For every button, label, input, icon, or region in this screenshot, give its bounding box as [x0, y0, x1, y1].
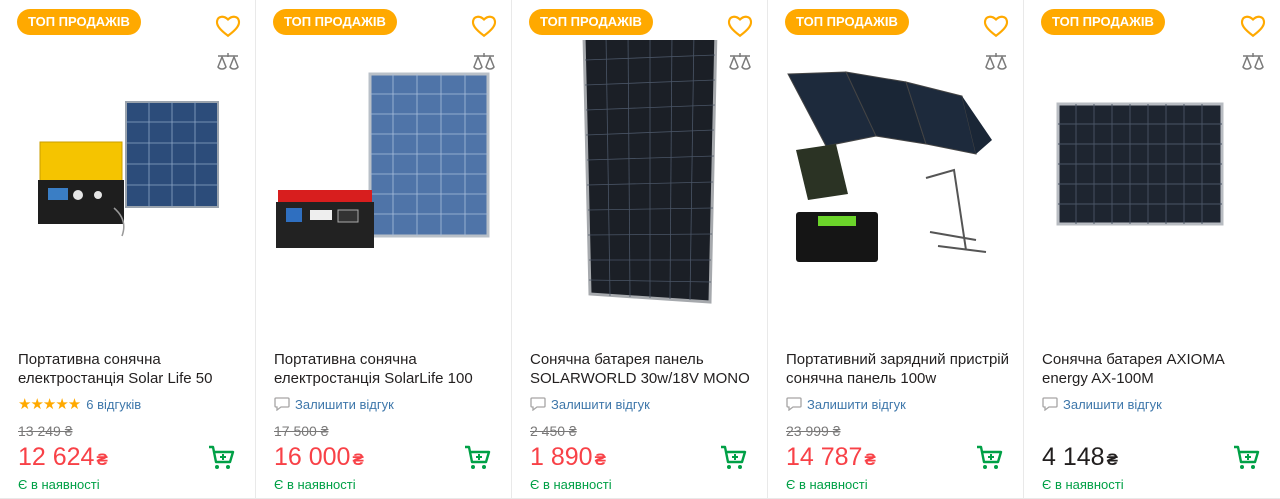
top-sales-badge: ТОП ПРОДАЖІВ	[529, 9, 653, 35]
stock-status: Є в наявності	[274, 477, 356, 492]
heart-icon[interactable]	[727, 14, 753, 38]
price-value: 4 148	[1042, 443, 1105, 471]
product-title[interactable]: Сонячна батарея панель SOLARWORLD 30w/18…	[530, 351, 758, 388]
comment-icon	[274, 397, 290, 411]
product-image[interactable]	[530, 40, 754, 312]
reviews-link[interactable]: 6 відгуків	[86, 397, 141, 412]
cart-icon[interactable]	[719, 444, 747, 472]
top-sales-badge: ТОП ПРОДАЖІВ	[785, 9, 909, 35]
price: 1 890 ₴	[530, 443, 606, 472]
old-price: 23 999 ₴	[786, 423, 841, 439]
stock-status: Є в наявності	[530, 477, 612, 492]
cart-icon[interactable]	[1232, 444, 1260, 472]
price: 14 787 ₴	[786, 443, 876, 472]
product-card: ТОП ПРОДАЖІВ Портативна сонячна електрос…	[0, 0, 256, 499]
star-icon: ★★★★★	[18, 396, 81, 413]
currency-symbol: ₴	[352, 450, 364, 469]
product-rating[interactable]: ★★★★★ 6 відгуків	[18, 396, 141, 413]
price-value: 14 787	[786, 443, 863, 471]
product-title[interactable]: Портативна сонячна електростанція Solar …	[18, 351, 246, 388]
currency-symbol: ₴	[864, 450, 876, 469]
product-card: ТОП ПРОДАЖІВ Сонячна батарея AXIOMA ener…	[1024, 0, 1280, 499]
leave-review-link[interactable]: Залишити відгук	[530, 396, 650, 412]
stock-status: Є в наявності	[1042, 477, 1124, 492]
product-image[interactable]	[1042, 40, 1266, 312]
price: 16 000 ₴	[274, 443, 364, 472]
product-image[interactable]	[786, 40, 1010, 312]
product-image[interactable]	[274, 40, 498, 312]
product-grid: ТОП ПРОДАЖІВ Портативна сонячна електрос…	[0, 0, 1280, 499]
leave-review-label: Залишити відгук	[551, 396, 650, 412]
product-title[interactable]: Сонячна батарея AXIOMA energy AX-100M	[1042, 351, 1270, 388]
price-value: 1 890	[530, 443, 593, 471]
top-sales-badge: ТОП ПРОДАЖІВ	[1041, 9, 1165, 35]
product-card: ТОП ПРОДАЖІВ Портативний зарядний пристр…	[768, 0, 1024, 499]
heart-icon[interactable]	[1240, 14, 1266, 38]
stock-status: Є в наявності	[18, 477, 100, 492]
price-value: 16 000	[274, 443, 351, 471]
leave-review-link[interactable]: Залишити відгук	[786, 396, 906, 412]
price: 4 148 ₴	[1042, 443, 1118, 472]
cart-icon[interactable]	[207, 444, 235, 472]
currency-symbol: ₴	[1106, 450, 1118, 469]
comment-icon	[786, 397, 802, 411]
leave-review-label: Залишити відгук	[807, 396, 906, 412]
leave-review-link[interactable]: Залишити відгук	[1042, 396, 1162, 412]
comment-icon	[530, 397, 546, 411]
leave-review-label: Залишити відгук	[1063, 396, 1162, 412]
product-image[interactable]	[18, 40, 242, 312]
old-price: 2 450 ₴	[530, 423, 577, 439]
comment-icon	[1042, 397, 1058, 411]
cart-icon[interactable]	[463, 444, 491, 472]
cart-icon[interactable]	[975, 444, 1003, 472]
currency-symbol: ₴	[96, 450, 108, 469]
heart-icon[interactable]	[983, 14, 1009, 38]
currency-symbol: ₴	[594, 450, 606, 469]
product-card: ТОП ПРОДАЖІВ Сонячна батарея панель SOLA…	[512, 0, 768, 499]
heart-icon[interactable]	[215, 14, 241, 38]
leave-review-link[interactable]: Залишити відгук	[274, 396, 394, 412]
stock-status: Є в наявності	[786, 477, 868, 492]
top-sales-badge: ТОП ПРОДАЖІВ	[17, 9, 141, 35]
product-card: ТОП ПРОДАЖІВ Портативна сонячна електрос…	[256, 0, 512, 499]
leave-review-label: Залишити відгук	[295, 396, 394, 412]
product-title[interactable]: Портативний зарядний пристрій сонячна па…	[786, 351, 1014, 388]
old-price: 13 249 ₴	[18, 423, 73, 439]
old-price: 17 500 ₴	[274, 423, 329, 439]
price: 12 624 ₴	[18, 443, 108, 472]
top-sales-badge: ТОП ПРОДАЖІВ	[273, 9, 397, 35]
heart-icon[interactable]	[471, 14, 497, 38]
product-title[interactable]: Портативна сонячна електростанція SolarL…	[274, 351, 502, 388]
price-value: 12 624	[18, 443, 95, 471]
